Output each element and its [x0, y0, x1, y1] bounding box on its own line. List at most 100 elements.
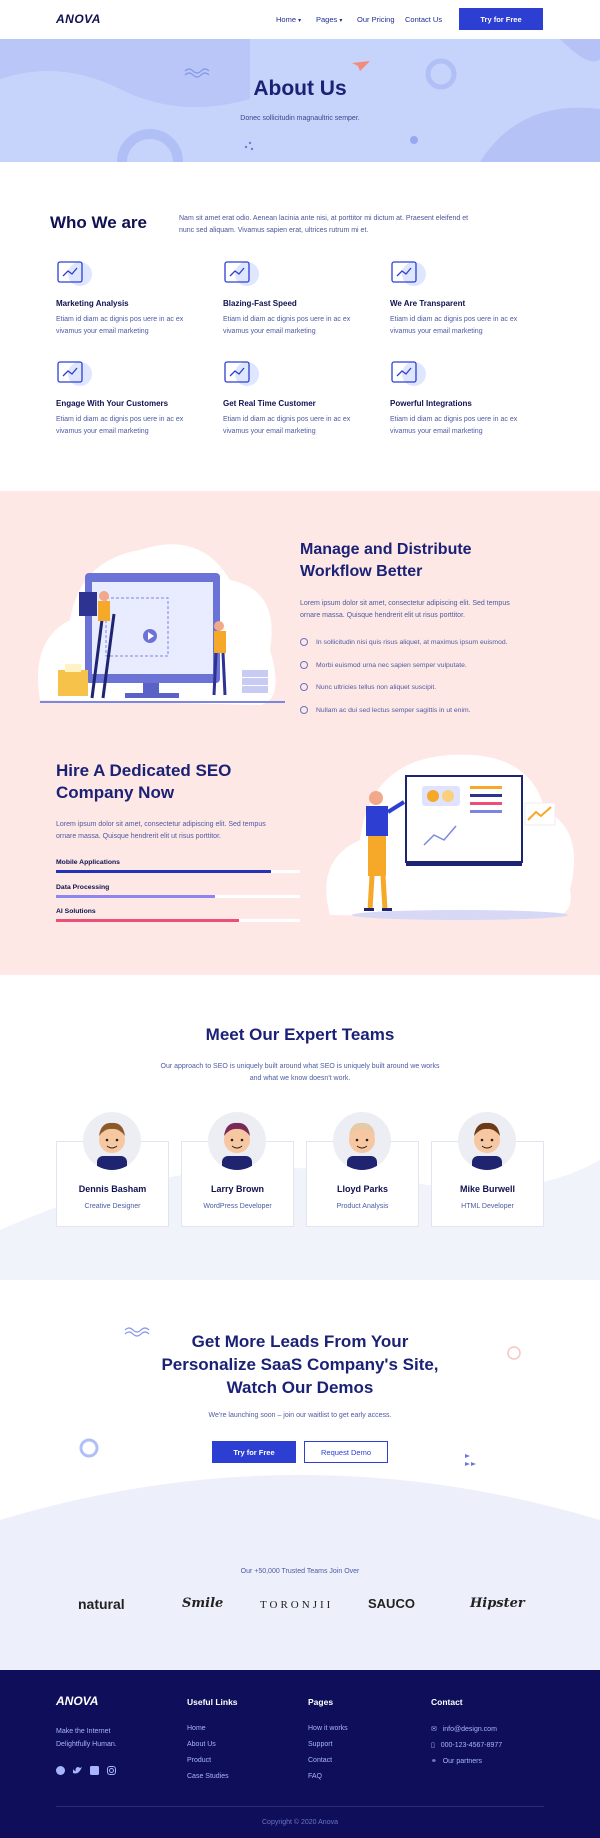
footer-contact-title: Contact — [431, 1697, 463, 1707]
hero-banner: About Us Donec sollicitudin magnaultric … — [0, 39, 600, 162]
speedometer-icon — [223, 258, 259, 288]
list-item-text: Nunc ultricies tellus non aliquet suscip… — [316, 683, 437, 691]
seo-title-line1: Hire A Dedicated SEO — [56, 761, 232, 780]
footer-link-product[interactable]: Product — [187, 1757, 211, 1764]
logo[interactable]: ANOVA — [56, 12, 101, 26]
chevron-down-icon: ▾ — [339, 18, 343, 24]
team-member-role: Creative Designer — [84, 1203, 141, 1210]
footer-logo[interactable]: ANOVA — [56, 1694, 98, 1708]
brand-logo-natural: natural — [78, 1596, 125, 1612]
top-navbar: ANOVA Home ▾ Pages ▾ Our Pricing Contact… — [0, 0, 600, 39]
footer-partners-text: Our partners — [442, 1758, 483, 1765]
cta-try-free-button[interactable]: Try for Free — [212, 1441, 296, 1463]
nav-pages[interactable]: Pages ▾ — [316, 15, 342, 24]
copyright: Copyright © 2020 Anova — [262, 1819, 338, 1826]
gear-browser-icon — [390, 358, 426, 388]
skill-label: AI Solutions — [56, 908, 96, 915]
mail-icon: ✉ — [431, 1726, 437, 1733]
footer-link-about[interactable]: About Us — [187, 1741, 216, 1748]
who-text: Nam sit amet erat odio. Aenean lacinia a… — [179, 215, 469, 234]
footer-phone[interactable]: ▯ 000-123-4567-8977 — [431, 1741, 502, 1749]
workflow-title-line2: Workflow Better — [300, 563, 423, 580]
feature-description: Etiam id diam ac dignis pos uere in ac e… — [56, 416, 184, 435]
workflow-text: Lorem ipsum dolor sit amet, consectetur … — [300, 600, 510, 619]
team-subtitle: Our approach to SEO is uniquely built ar… — [0, 1061, 600, 1085]
team-member-name: Dennis Basham — [78, 1184, 147, 1194]
footer-phone-text: 000-123-4567-8977 — [440, 1742, 503, 1749]
skill-bar-track — [56, 895, 300, 898]
footer-email[interactable]: ✉ info@design.com — [431, 1725, 497, 1733]
footer-link-how[interactable]: How it works — [308, 1725, 348, 1732]
check-circle-icon — [300, 683, 308, 691]
feature-title: Blazing-Fast Speed — [223, 299, 297, 308]
handshake-icon: ⚭ — [431, 1758, 437, 1765]
seo-illustration — [326, 754, 575, 920]
seo-title-line2: Company Now — [56, 783, 175, 802]
cta-subtitle: We're launching soon – join our waitlist… — [208, 1412, 392, 1419]
team-member-name: Lloyd Parks — [336, 1184, 389, 1194]
phone-icon: ▯ — [431, 1742, 435, 1749]
footer-tagline: Make the Internet Delightfully Human. — [56, 1725, 117, 1751]
cta-title: Get More Leads From Your Personalize Saa… — [0, 1330, 600, 1399]
social-icons — [56, 1766, 116, 1775]
skill-bar-track — [56, 919, 300, 922]
brand-logo-toronjii: TORONJII — [260, 1599, 334, 1611]
seo-text: Lorem ipsum dolor sit amet, consectetur … — [56, 821, 266, 840]
facebook-icon[interactable] — [56, 1766, 65, 1775]
check-circle-icon — [300, 661, 308, 669]
customer-icon — [56, 358, 92, 388]
footer-partners[interactable]: ⚭ Our partners — [431, 1757, 482, 1765]
linkedin-icon[interactable] — [90, 1766, 99, 1775]
workflow-illustration — [38, 544, 285, 705]
team-subtitle-line2: and what we know doesn't work. — [249, 1075, 351, 1082]
twitter-icon[interactable] — [73, 1766, 82, 1775]
feature-title: Marketing Analysis — [56, 299, 129, 308]
list-item: In sollicitudin nisi quis risus aliquet,… — [300, 638, 508, 646]
skill-label: Mobile Applications — [56, 859, 120, 866]
try-free-button[interactable]: Try for Free — [459, 8, 543, 30]
footer-link-contact[interactable]: Contact — [308, 1757, 332, 1764]
feature-title: Get Real Time Customer — [223, 399, 316, 408]
footer-link-home[interactable]: Home — [187, 1725, 206, 1732]
nav-pages-label: Pages — [316, 15, 338, 24]
trusted-text: Our +50,000 Trusted Teams Join Over — [240, 1568, 360, 1575]
footer-link-support[interactable]: Support — [308, 1741, 333, 1748]
request-demo-button[interactable]: Request Demo — [304, 1441, 388, 1463]
list-item-text: Nullam ac dui sed lectus semper sagittis… — [316, 706, 471, 714]
check-circle-icon — [300, 638, 308, 646]
skill-bar-track — [56, 870, 300, 873]
brand-logo-sauco: SAUCO — [368, 1596, 415, 1611]
nav-contact[interactable]: Contact Us — [405, 15, 442, 24]
footer-useful-title: Useful Links — [187, 1697, 238, 1707]
seo-title: Hire A Dedicated SEO Company Now — [56, 760, 231, 804]
page-title: About Us — [253, 77, 347, 100]
hero-subtitle: Donec sollicitudin magnaultric semper. — [240, 115, 360, 122]
team-title: Meet Our Expert Teams — [205, 1025, 395, 1044]
team-subtitle-line1: Our approach to SEO is uniquely built ar… — [160, 1063, 440, 1070]
brand-logo-hipster: Hipster — [470, 1596, 525, 1611]
footer-pages-title: Pages — [308, 1697, 334, 1707]
footer-link-faq[interactable]: FAQ — [308, 1773, 322, 1780]
skill-bar-fill — [56, 870, 271, 873]
feature-title: Powerful Integrations — [390, 399, 472, 408]
feature-description: Etiam id diam ac dignis pos uere in ac e… — [223, 316, 351, 335]
footer-link-case-studies[interactable]: Case Studies — [187, 1773, 229, 1780]
who-title: Who We are — [50, 213, 147, 232]
avatar — [333, 1112, 391, 1170]
instagram-icon[interactable] — [107, 1766, 116, 1775]
overlapping-circles-icon — [390, 258, 426, 288]
cta-title-line3: Watch Our Demos — [226, 1378, 374, 1397]
nav-home[interactable]: Home ▾ — [276, 15, 301, 24]
feature-title: We Are Transparent — [390, 299, 466, 308]
nav-pricing[interactable]: Our Pricing — [357, 15, 395, 24]
feature-description: Etiam id diam ac dignis pos uere in ac e… — [390, 316, 518, 335]
chevron-down-icon: ▾ — [298, 18, 302, 24]
team-member-role: WordPress Developer — [203, 1203, 272, 1210]
list-item: Morbi euismod urna nec sapien semper vul… — [300, 661, 467, 669]
cta-title-line1: Get More Leads From Your — [191, 1332, 409, 1351]
avatar — [83, 1112, 141, 1170]
avatar — [208, 1112, 266, 1170]
workflow-title-line1: Manage and Distribute — [300, 541, 472, 558]
feature-title: Engage With Your Customers — [56, 399, 169, 408]
list-item-text: In sollicitudin nisi quis risus aliquet,… — [316, 638, 508, 646]
